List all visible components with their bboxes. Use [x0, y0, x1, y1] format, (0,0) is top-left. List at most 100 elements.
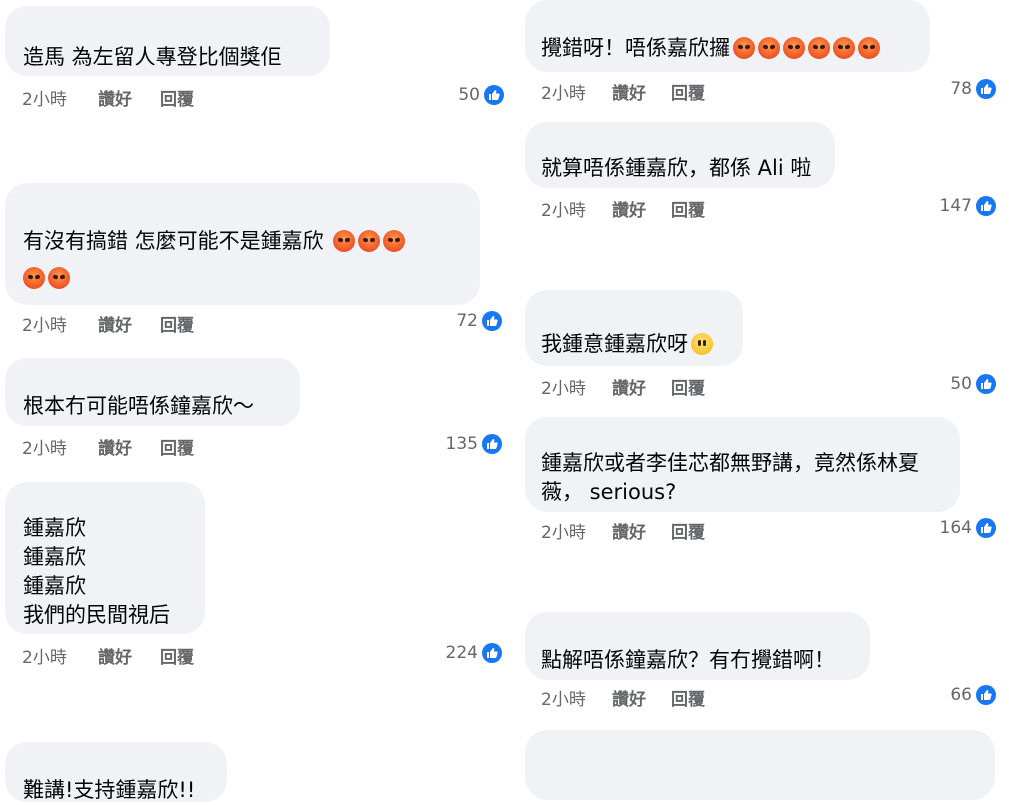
comment-meta: 2小時 讚好 回覆 50	[541, 374, 996, 400]
like-count[interactable]: 164	[940, 518, 996, 538]
angry-face-icon	[358, 230, 381, 252]
like-count-number: 78	[950, 79, 972, 99]
like-count-number: 50	[950, 374, 972, 394]
like-button[interactable]: 讚好	[612, 518, 646, 543]
reply-button[interactable]: 回覆	[671, 518, 705, 543]
comment-meta: 2小時 讚好 回覆 147	[541, 196, 996, 222]
like-button[interactable]: 讚好	[98, 85, 132, 110]
comment-bubble: 就算唔係鍾嘉欣，都係 Ali 啦	[525, 122, 835, 188]
angry-face-icon	[733, 37, 755, 59]
reply-button[interactable]: 回覆	[160, 85, 194, 110]
comment-bubble: 難講!支持鍾嘉欣!!	[5, 742, 227, 802]
comment-text: 難講!支持鍾嘉欣!!	[23, 778, 196, 802]
comment-text: 鍾嘉欣或者李佳芯都無野講，竟然係林夏 薇， serious?	[541, 449, 919, 507]
comment-meta: 2小時 讚好 回覆 135	[22, 434, 502, 460]
comment-bubble: 點解唔係鐘嘉欣？有冇攪錯啊！	[525, 612, 870, 680]
like-count[interactable]: 50	[950, 374, 996, 394]
like-count[interactable]: 66	[950, 685, 996, 705]
thumbs-up-icon	[976, 374, 996, 394]
neutral-face-icon	[691, 333, 713, 355]
comment-meta: 2小時 讚好 回覆 164	[541, 518, 996, 544]
angry-face-icon	[833, 37, 855, 59]
comment-time: 2小時	[541, 379, 586, 399]
comment-line: 我們的民間視后	[23, 603, 170, 627]
like-button[interactable]: 讚好	[612, 79, 646, 104]
comment-time: 2小時	[541, 523, 586, 543]
comment-text: 造馬 為左留人專登比個獎佢	[23, 45, 282, 69]
comment-bubble: 鍾嘉欣 鍾嘉欣 鍾嘉欣 我們的民間視后	[5, 482, 205, 634]
thumbs-up-icon	[976, 518, 996, 538]
like-button[interactable]: 讚好	[98, 434, 132, 459]
angry-face-icon	[758, 37, 780, 59]
comment-text-span: 有沒有搞錯 怎麼可能不是鍾嘉欣	[23, 229, 331, 253]
like-count[interactable]: 72	[456, 311, 502, 331]
like-button[interactable]: 讚好	[98, 311, 132, 336]
reply-button[interactable]: 回覆	[160, 434, 194, 459]
comment-bubble: 我鍾意鍾嘉欣呀	[525, 290, 743, 366]
comment-text: 根本冇可能唔係鐘嘉欣～	[23, 394, 254, 418]
like-count[interactable]: 135	[446, 434, 502, 454]
comment-meta: 2小時 讚好 回覆 224	[22, 643, 502, 669]
comment-bubble: 根本冇可能唔係鐘嘉欣～	[5, 358, 300, 426]
comment-time: 2小時	[541, 690, 586, 710]
comment-text: 攪錯呀！唔係嘉欣攞	[541, 34, 880, 63]
like-count-number: 135	[445, 434, 478, 454]
like-button[interactable]: 讚好	[612, 196, 646, 221]
like-button[interactable]: 讚好	[612, 374, 646, 399]
angry-face-icon	[858, 37, 880, 59]
angry-face-icon	[23, 267, 45, 289]
comment-bubble: 有沒有搞錯 怎麼可能不是鍾嘉欣	[5, 183, 480, 305]
like-button[interactable]: 讚好	[612, 685, 646, 710]
like-count-number: 72	[456, 311, 478, 331]
comment-bubble: 鍾嘉欣或者李佳芯都無野講，竟然係林夏 薇， serious?	[525, 417, 960, 512]
comment-bubble: 攪錯呀！唔係嘉欣攞	[525, 0, 930, 72]
comment-meta: 2小時 讚好 回覆 72	[22, 311, 502, 337]
like-count-number: 50	[458, 85, 480, 105]
comment-meta: 2小時 讚好 回覆 78	[541, 79, 996, 105]
reply-button[interactable]: 回覆	[671, 685, 705, 710]
like-count-number: 224	[445, 643, 478, 663]
like-count[interactable]: 224	[446, 643, 502, 663]
like-count[interactable]: 78	[950, 79, 996, 99]
thumbs-up-icon	[976, 79, 996, 99]
comment-time: 2小時	[22, 90, 67, 110]
thumbs-up-icon	[482, 434, 502, 454]
like-count[interactable]: 147	[940, 196, 996, 216]
comment-meta: 2小時 讚好 回覆 66	[541, 685, 996, 711]
thumbs-up-icon	[482, 643, 502, 663]
thumbs-up-icon	[976, 685, 996, 705]
comment-line: 鍾嘉欣或者李佳芯都無野講，竟然係林夏	[541, 451, 919, 475]
thumbs-up-icon	[976, 196, 996, 216]
comment-text: 我鍾意鍾嘉欣呀	[541, 330, 713, 359]
comment-line: 鍾嘉欣	[23, 574, 86, 598]
comment-time: 2小時	[541, 201, 586, 221]
comment-time: 2小時	[22, 648, 67, 668]
thumbs-up-icon	[482, 311, 502, 331]
emoji-row	[20, 264, 70, 293]
comment-line: 鍾嘉欣	[23, 545, 86, 569]
angry-face-icon	[333, 230, 356, 252]
angry-face-icon	[808, 37, 830, 59]
angry-face-icon	[383, 230, 406, 252]
reply-button[interactable]: 回覆	[671, 374, 705, 399]
comment-text-span: 攪錯呀！唔係嘉欣攞	[541, 36, 730, 60]
like-count-number: 147	[939, 196, 972, 216]
comment-text: 就算唔係鍾嘉欣，都係 Ali 啦	[541, 156, 812, 180]
comment-bubble: 造馬 為左留人專登比個獎佢	[5, 6, 330, 76]
reply-button[interactable]: 回覆	[160, 311, 194, 336]
comment-bubble	[525, 730, 995, 800]
angry-face-icon	[48, 267, 70, 289]
reply-button[interactable]: 回覆	[671, 79, 705, 104]
comment-text: 鍾嘉欣 鍾嘉欣 鍾嘉欣 我們的民間視后	[23, 514, 170, 630]
comment-text: 點解唔係鐘嘉欣？有冇攪錯啊！	[541, 648, 835, 672]
comment-time: 2小時	[541, 84, 586, 104]
like-count[interactable]: 50	[458, 85, 504, 105]
like-count-number: 164	[939, 518, 972, 538]
reply-button[interactable]: 回覆	[671, 196, 705, 221]
comment-text: 有沒有搞錯 怎麼可能不是鍾嘉欣	[23, 227, 406, 256]
comment-time: 2小時	[22, 316, 67, 336]
like-count-number: 66	[950, 685, 972, 705]
like-button[interactable]: 讚好	[98, 643, 132, 668]
reply-button[interactable]: 回覆	[160, 643, 194, 668]
angry-face-icon	[783, 37, 805, 59]
